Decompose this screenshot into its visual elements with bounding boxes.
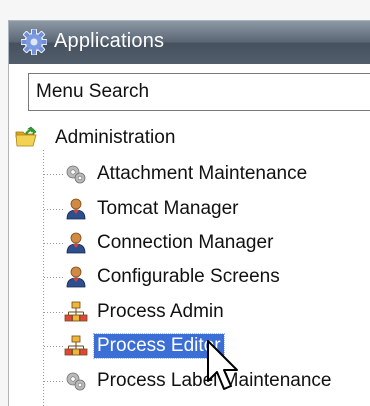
tree-node-administration[interactable]: Administration [14,124,178,152]
folder-open-icon [15,126,37,147]
tree-item-process-admin[interactable]: Process Admin [64,298,227,326]
tree-item-tomcat-manager[interactable]: Tomcat Manager [64,195,242,223]
gears-icon [66,165,86,184]
user-icon [66,232,86,254]
tree-item-label: Attachment Maintenance [97,163,308,184]
tree-item-label: Tomcat Manager [97,198,239,219]
window-title: Applications [54,30,165,52]
tree-item-connection-manager[interactable]: Connection Manager [64,229,276,257]
gears-icon [66,372,86,391]
process-icon [64,335,88,356]
user-icon [66,198,86,220]
tree-item-configurable-screens[interactable]: Configurable Screens [64,263,283,291]
tree-node-label: Administration [55,127,176,148]
applications-window: Applications Administration [0,0,370,406]
tree-item-process-editor[interactable]: Process Editor [64,332,225,360]
tree-item-label: Configurable Screens [97,266,280,287]
tree-item-label: Process Editor [93,333,225,359]
gear-icon [21,29,47,55]
process-icon [64,301,88,322]
tree-item-attachment-maintenance[interactable]: Attachment Maintenance [64,160,310,188]
tree-item-process-label-maintenance[interactable]: Process Label Maintenance [64,367,334,395]
tree-item-label: Process Admin [97,301,224,322]
menu-search-input[interactable] [28,73,370,111]
user-icon [66,266,86,288]
titlebar: Applications [8,20,370,64]
tree-item-label: Process Label Maintenance [97,370,332,391]
tree-item-label: Connection Manager [97,232,274,253]
